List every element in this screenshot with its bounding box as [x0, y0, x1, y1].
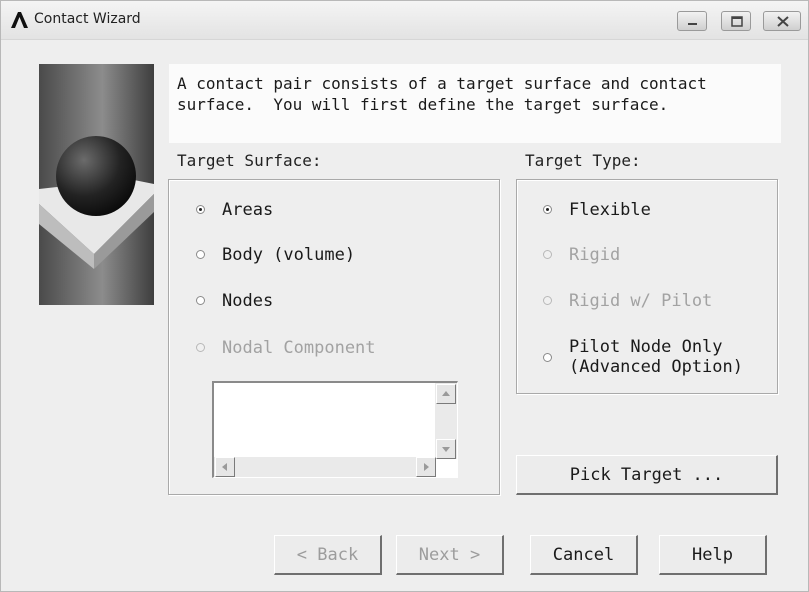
sphere-on-plate-icon: [39, 136, 154, 269]
target-surface-label: Target Surface:: [177, 151, 322, 170]
scroll-right-button[interactable]: [416, 457, 436, 477]
wizard-logo-image: [39, 64, 154, 305]
info-line-1: A contact pair consists of a target surf…: [177, 74, 707, 93]
radio-rigid-pilot: Rigid w/ Pilot: [543, 290, 712, 312]
radio-rigid: Rigid: [543, 244, 620, 266]
radio-flexible-label: Flexible: [569, 200, 651, 220]
radio-unselected-icon: [196, 250, 205, 259]
radio-unselected-icon: [196, 343, 205, 352]
maximize-icon: [731, 16, 743, 27]
arrow-down-icon: [442, 447, 450, 452]
radio-areas-label: Areas: [222, 200, 274, 220]
radio-nodal-component: Nodal Component: [196, 337, 376, 359]
radio-unselected-icon: [543, 296, 552, 305]
info-text-box: A contact pair consists of a target surf…: [169, 64, 781, 143]
radio-body-volume-label: Body (volume): [222, 245, 356, 265]
scroll-left-button[interactable]: [215, 457, 235, 477]
maximize-button[interactable]: [721, 11, 751, 31]
target-type-label: Target Type:: [525, 151, 641, 170]
info-line-2: surface. You will first define the targe…: [177, 95, 669, 114]
help-button[interactable]: Help: [659, 535, 767, 575]
radio-selected-icon: [543, 205, 552, 214]
scroll-down-button[interactable]: [436, 439, 456, 459]
radio-nodal-component-label: Nodal Component: [222, 338, 376, 358]
radio-pilot-node-only-sublabel: (Advanced Option): [569, 357, 743, 377]
close-icon: [777, 16, 789, 27]
ansys-logo-icon: [11, 12, 28, 28]
arrow-right-icon: [424, 463, 429, 471]
close-button[interactable]: [763, 11, 801, 31]
minimize-button[interactable]: [677, 11, 707, 31]
radio-unselected-icon: [543, 250, 552, 259]
radio-pilot-node-only-label: Pilot Node Only: [569, 337, 723, 357]
radio-unselected-icon: [543, 353, 552, 362]
radio-rigid-pilot-label: Rigid w/ Pilot: [569, 291, 713, 311]
arrow-up-icon: [442, 391, 450, 396]
next-button[interactable]: Next >: [396, 535, 504, 575]
title-bar[interactable]: Contact Wizard: [1, 1, 808, 40]
minimize-icon: [688, 23, 697, 25]
window-title: Contact Wizard: [34, 11, 141, 27]
cancel-button[interactable]: Cancel: [530, 535, 638, 575]
radio-unselected-icon: [196, 296, 205, 305]
radio-rigid-label: Rigid: [569, 245, 621, 265]
radio-flexible[interactable]: Flexible: [543, 199, 651, 221]
radio-selected-icon: [196, 205, 205, 214]
component-listbox[interactable]: [212, 381, 458, 478]
scroll-up-button[interactable]: [436, 384, 456, 404]
back-button[interactable]: < Back: [274, 535, 382, 575]
pick-target-button[interactable]: Pick Target ...: [516, 455, 778, 495]
radio-nodes-label: Nodes: [222, 291, 274, 311]
radio-areas[interactable]: Areas: [196, 199, 273, 221]
arrow-left-icon: [222, 463, 227, 471]
radio-pilot-node-only[interactable]: Pilot Node Only (Advanced Option): [543, 337, 743, 381]
vertical-scrollbar[interactable]: [435, 383, 457, 459]
radio-nodes[interactable]: Nodes: [196, 290, 273, 312]
contact-wizard-window: Contact Wizard A contact pair consists o…: [0, 0, 809, 592]
horizontal-scrollbar[interactable]: [214, 457, 436, 477]
radio-body-volume[interactable]: Body (volume): [196, 244, 355, 266]
